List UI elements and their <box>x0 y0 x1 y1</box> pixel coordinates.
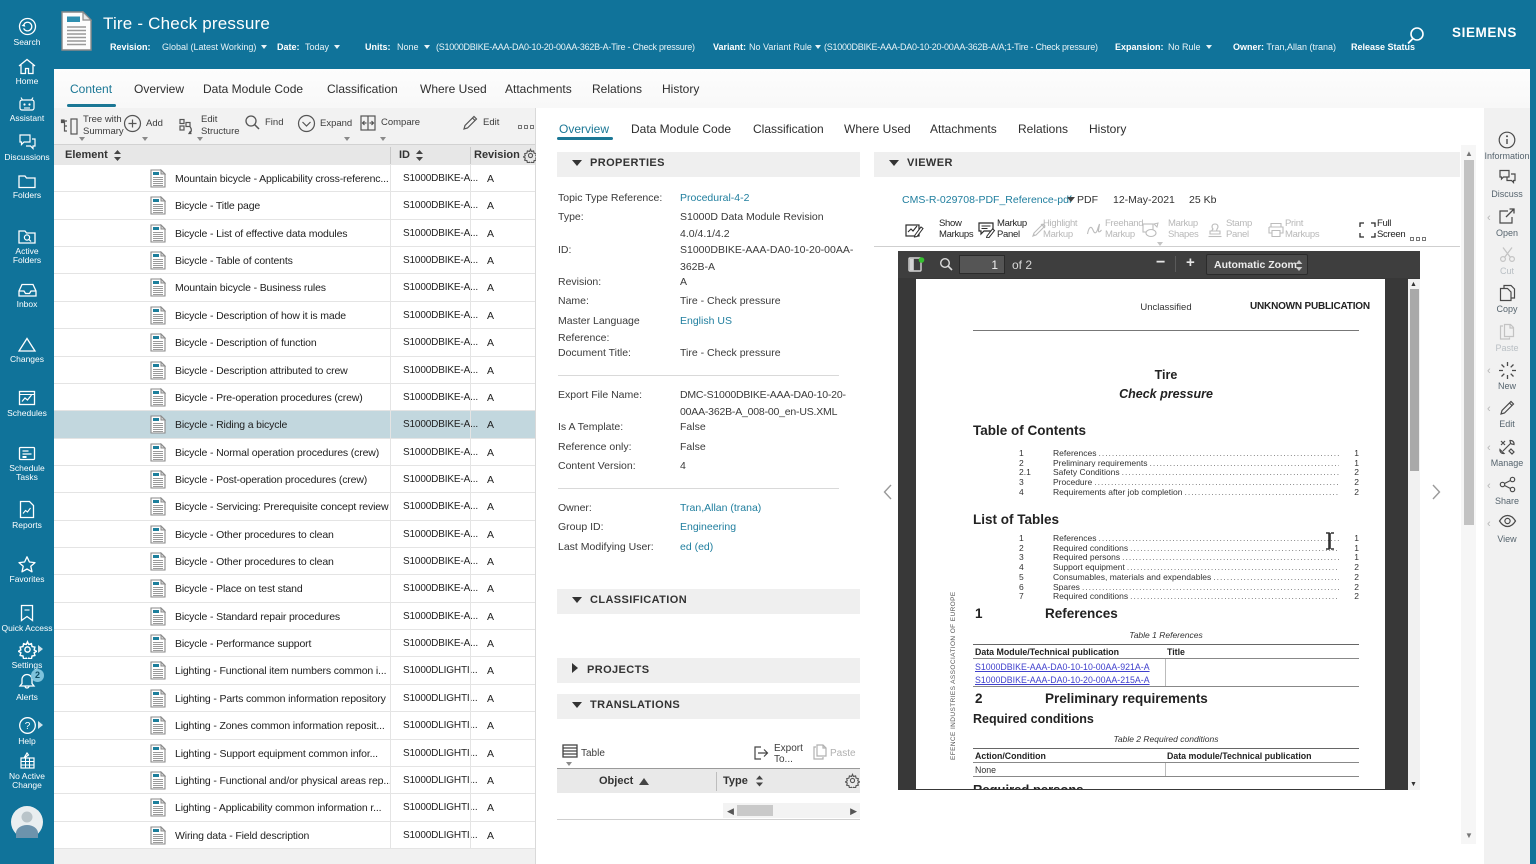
svg-text:?: ? <box>24 721 30 732</box>
